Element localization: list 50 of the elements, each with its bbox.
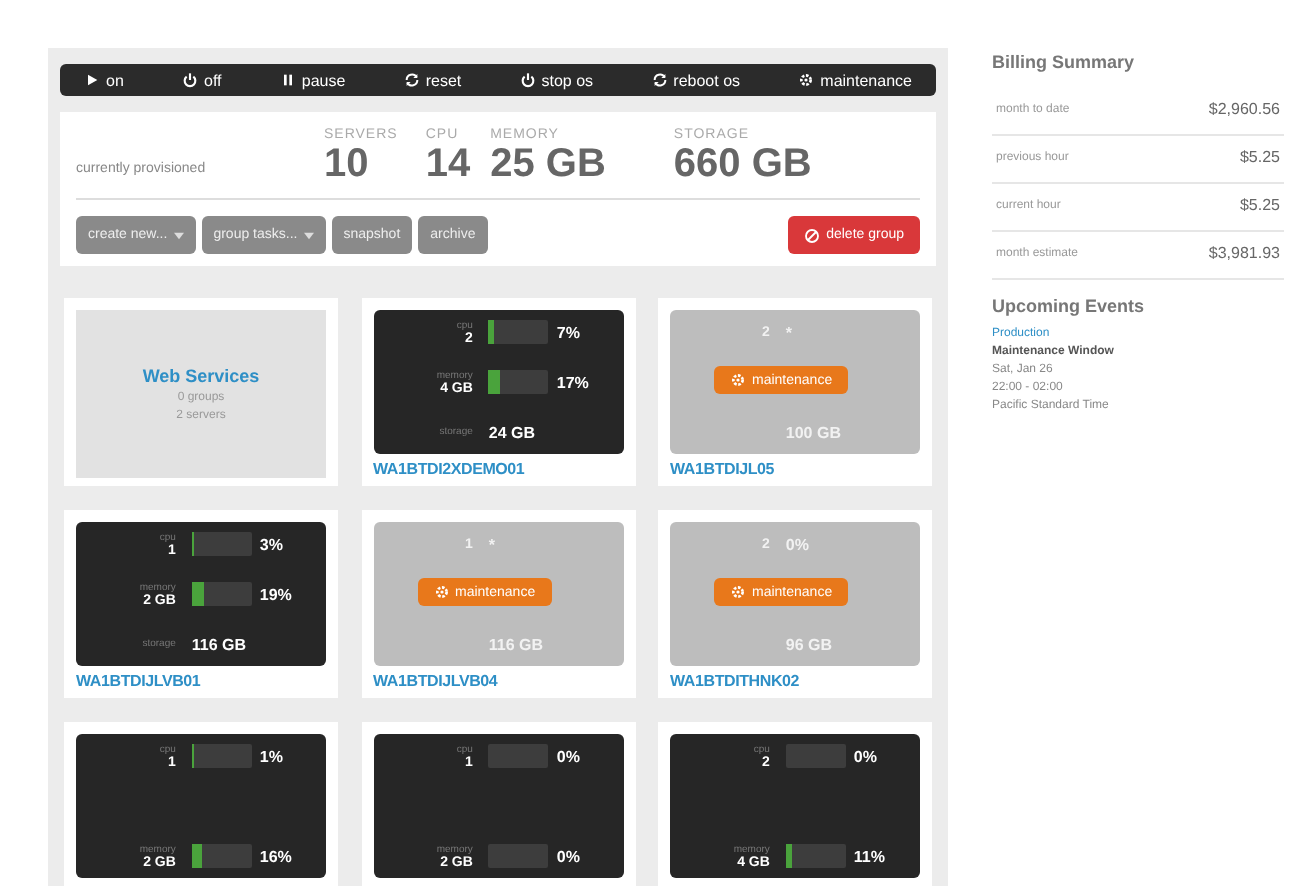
storage-value: 24 GB: [488, 423, 536, 441]
billing-amount: $5.25: [1239, 196, 1280, 214]
server-name-link[interactable]: WA1BTDIJLVB01: [76, 672, 326, 690]
server-name-link[interactable]: WA1BTDIJLVB04: [373, 672, 623, 690]
toolbar-button[interactable]: maintenance: [786, 64, 924, 96]
stat-value: 14: [425, 142, 471, 186]
usage-percent: 16%: [259, 847, 292, 865]
events-title: Upcoming Events: [992, 294, 1147, 320]
toolbar-button[interactable]: off: [170, 64, 234, 96]
billing-amount: $2,960.56: [1208, 100, 1280, 118]
billing-title: Billing Summary: [992, 50, 1137, 76]
circle-slash-icon: [804, 227, 821, 243]
gear-icon: [730, 584, 746, 600]
power-icon: [519, 72, 536, 88]
caret-icon: [303, 231, 314, 239]
toolbar-button[interactable]: reset: [391, 64, 474, 96]
usage-percent: 19%: [259, 585, 292, 603]
usage-percent: 0%: [556, 847, 580, 865]
server-name-link[interactable]: WA1BTDITHNK02: [670, 672, 920, 690]
gear-icon: [433, 584, 449, 600]
usage-percent: *: [488, 535, 496, 553]
usage-percent: 17%: [556, 373, 589, 391]
refresh-icon: [403, 72, 420, 88]
gear-icon: [798, 72, 815, 88]
toolbar-button[interactable]: on: [72, 64, 136, 96]
power-icon: [182, 72, 199, 88]
usage-percent: 3%: [259, 535, 283, 553]
stat-value: 25 GB: [490, 142, 606, 186]
usage-percent: 1%: [259, 747, 283, 765]
gear-icon: [730, 372, 746, 388]
billing-amount: $5.25: [1239, 148, 1280, 166]
usage-percent: 0%: [556, 747, 580, 765]
usage-percent: 0%: [853, 747, 877, 765]
usage-percent: 7%: [556, 323, 580, 341]
usage-percent: 11%: [853, 847, 885, 865]
stat-value: 10: [324, 142, 371, 186]
caret-icon: [173, 231, 184, 239]
toolbar-button[interactable]: pause: [267, 64, 358, 96]
group-title[interactable]: Web Services: [142, 366, 260, 386]
server-name-link[interactable]: WA1BTDI2XDEMO01: [373, 460, 623, 478]
server-name-link[interactable]: WA1BTDIJL05: [670, 460, 920, 478]
toolbar-button[interactable]: reboot os: [639, 64, 753, 96]
play-icon: [84, 72, 100, 88]
billing-amount: $3,981.93: [1208, 244, 1280, 262]
storage-value: 116 GB: [191, 635, 247, 653]
pause-icon: [279, 72, 296, 88]
usage-percent: *: [785, 323, 793, 341]
stat-value: 660 GB: [673, 142, 812, 186]
refresh-icon: [651, 72, 668, 88]
toolbar-button[interactable]: stop os: [507, 64, 606, 96]
